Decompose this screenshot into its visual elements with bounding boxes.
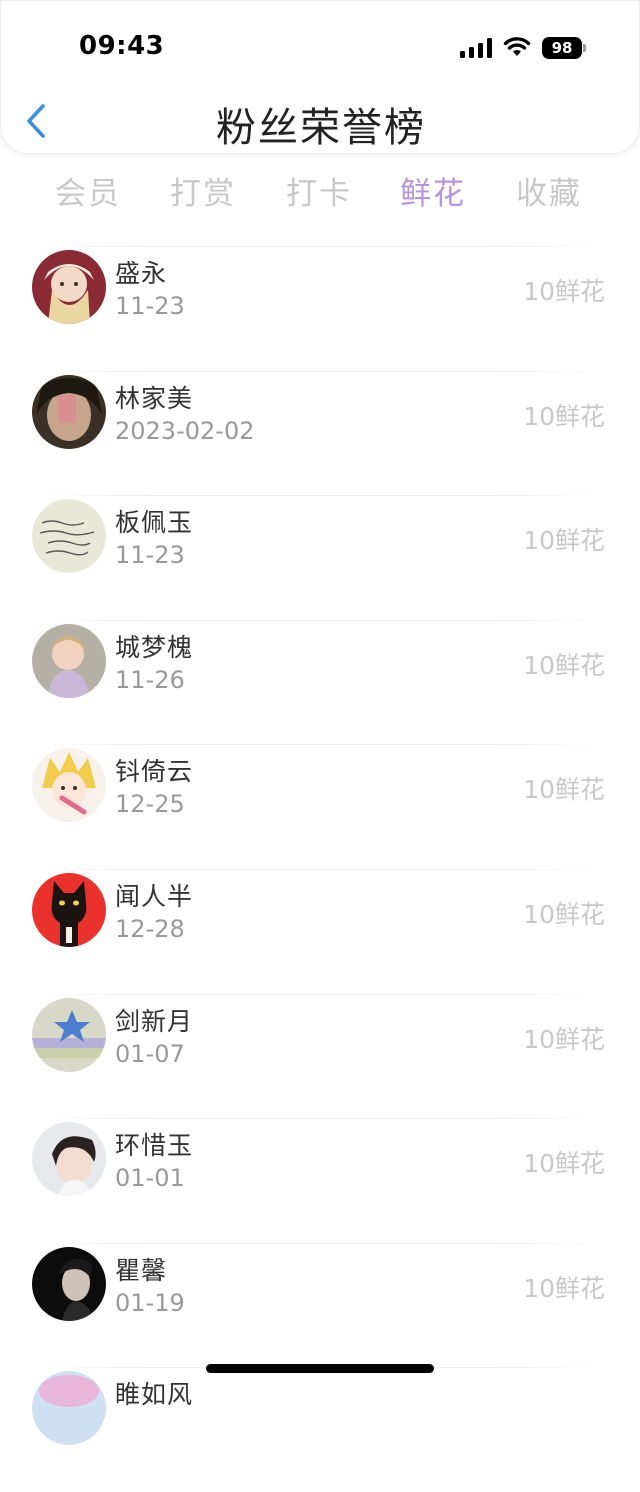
fan-name: 闻人半 [115,881,194,911]
fan-date: 12-28 [115,914,185,943]
flower-count: 10鲜花 [523,277,605,306]
fan-name: 盛永 [115,259,168,288]
avatar[interactable] [32,997,106,1072]
list-item[interactable]: 钭倚云 12-25 10鲜花 [0,744,640,869]
fan-date: 2023-02-02 [115,416,255,445]
list-item[interactable]: 闻人半 12-28 10鲜花 [0,868,640,994]
fan-date: 11-23 [115,541,185,570]
fan-date: 01-01 [115,1164,185,1193]
fan-name: 城梦槐 [115,632,194,662]
flower-count: 10鲜花 [523,775,605,805]
list-item[interactable]: 板佩玉 11-23 10鲜花 [0,495,640,620]
fan-date: 12-25 [115,790,185,819]
tab-members[interactable]: 会员 [33,168,143,213]
fan-name: 钭倚云 [115,757,194,787]
fan-name: 板佩玉 [115,508,194,538]
status-bar: 09:43 98 [1,1,640,91]
fan-date: 11-26 [115,665,185,694]
fan-name: 林家美 [115,383,194,413]
flower-count: 10鲜花 [523,1273,605,1303]
avatar[interactable] [32,1371,106,1446]
divider [40,993,600,995]
page-title: 粉丝荣誉榜 [216,105,426,151]
divider [40,868,600,870]
avatar[interactable] [32,374,106,449]
avatar[interactable] [32,499,106,574]
avatar[interactable] [32,872,106,947]
tab-rewards[interactable]: 打赏 [148,168,258,213]
fan-name: 环惜玉 [115,1131,194,1161]
nav-header: 09:43 98 粉丝荣誉榜 [0,0,640,154]
flower-count: 10鲜花 [523,1149,605,1179]
flower-count: 10鲜花 [523,650,605,680]
list-item[interactable]: 剑新月 01-07 10鲜花 [0,993,640,1119]
fan-date: 01-19 [115,1288,185,1317]
divider [40,744,600,746]
list-item[interactable]: 睢如风 [0,1367,640,1492]
flower-count: 10鲜花 [523,401,605,431]
home-indicator[interactable] [206,1364,434,1373]
divider [40,1118,600,1120]
divider [40,246,600,247]
list-item[interactable]: 林家美 2023-02-02 10鲜花 [0,370,640,496]
divider [40,619,600,621]
status-time: 09:43 [79,31,165,61]
list-item[interactable]: 环惜玉 01-01 10鲜花 [0,1118,640,1243]
wifi-icon [503,37,531,56]
list-item[interactable]: 城梦槐 11-26 10鲜花 [0,619,640,745]
list-item[interactable]: 瞿馨 01-19 10鲜花 [0,1242,640,1368]
battery-level: 98 [542,37,582,59]
divider [40,495,600,497]
flower-count: 10鲜花 [523,526,605,556]
tab-favorites[interactable]: 收藏 [494,168,604,213]
tab-flowers[interactable]: 鲜花 [378,168,488,213]
fan-name: 瞿馨 [115,1255,168,1285]
fan-date: 11-23 [115,292,185,320]
divider [40,1242,600,1244]
tab-bar: 会员 打赏 打卡 鲜花 收藏 [0,168,640,218]
flower-count: 10鲜花 [523,1024,605,1054]
fan-name: 剑新月 [115,1006,194,1036]
avatar[interactable] [32,623,106,698]
tab-checkin[interactable]: 打卡 [264,168,374,213]
fan-date: 01-07 [115,1039,185,1068]
avatar[interactable] [32,748,106,823]
fan-name: 睢如风 [115,1380,194,1410]
list-item[interactable]: 盛永 11-23 10鲜花 [0,246,640,371]
avatar[interactable] [32,1122,106,1197]
flower-count: 10鲜花 [523,899,605,929]
battery-icon: 98 [542,37,586,59]
avatar[interactable] [32,1246,106,1321]
cellular-signal-icon [460,38,492,58]
avatar[interactable] [32,250,106,324]
divider [40,370,600,372]
fan-list: 盛永 11-23 10鲜花 林家美 2023-02-02 10鲜花 板佩玉 11… [0,246,640,1492]
